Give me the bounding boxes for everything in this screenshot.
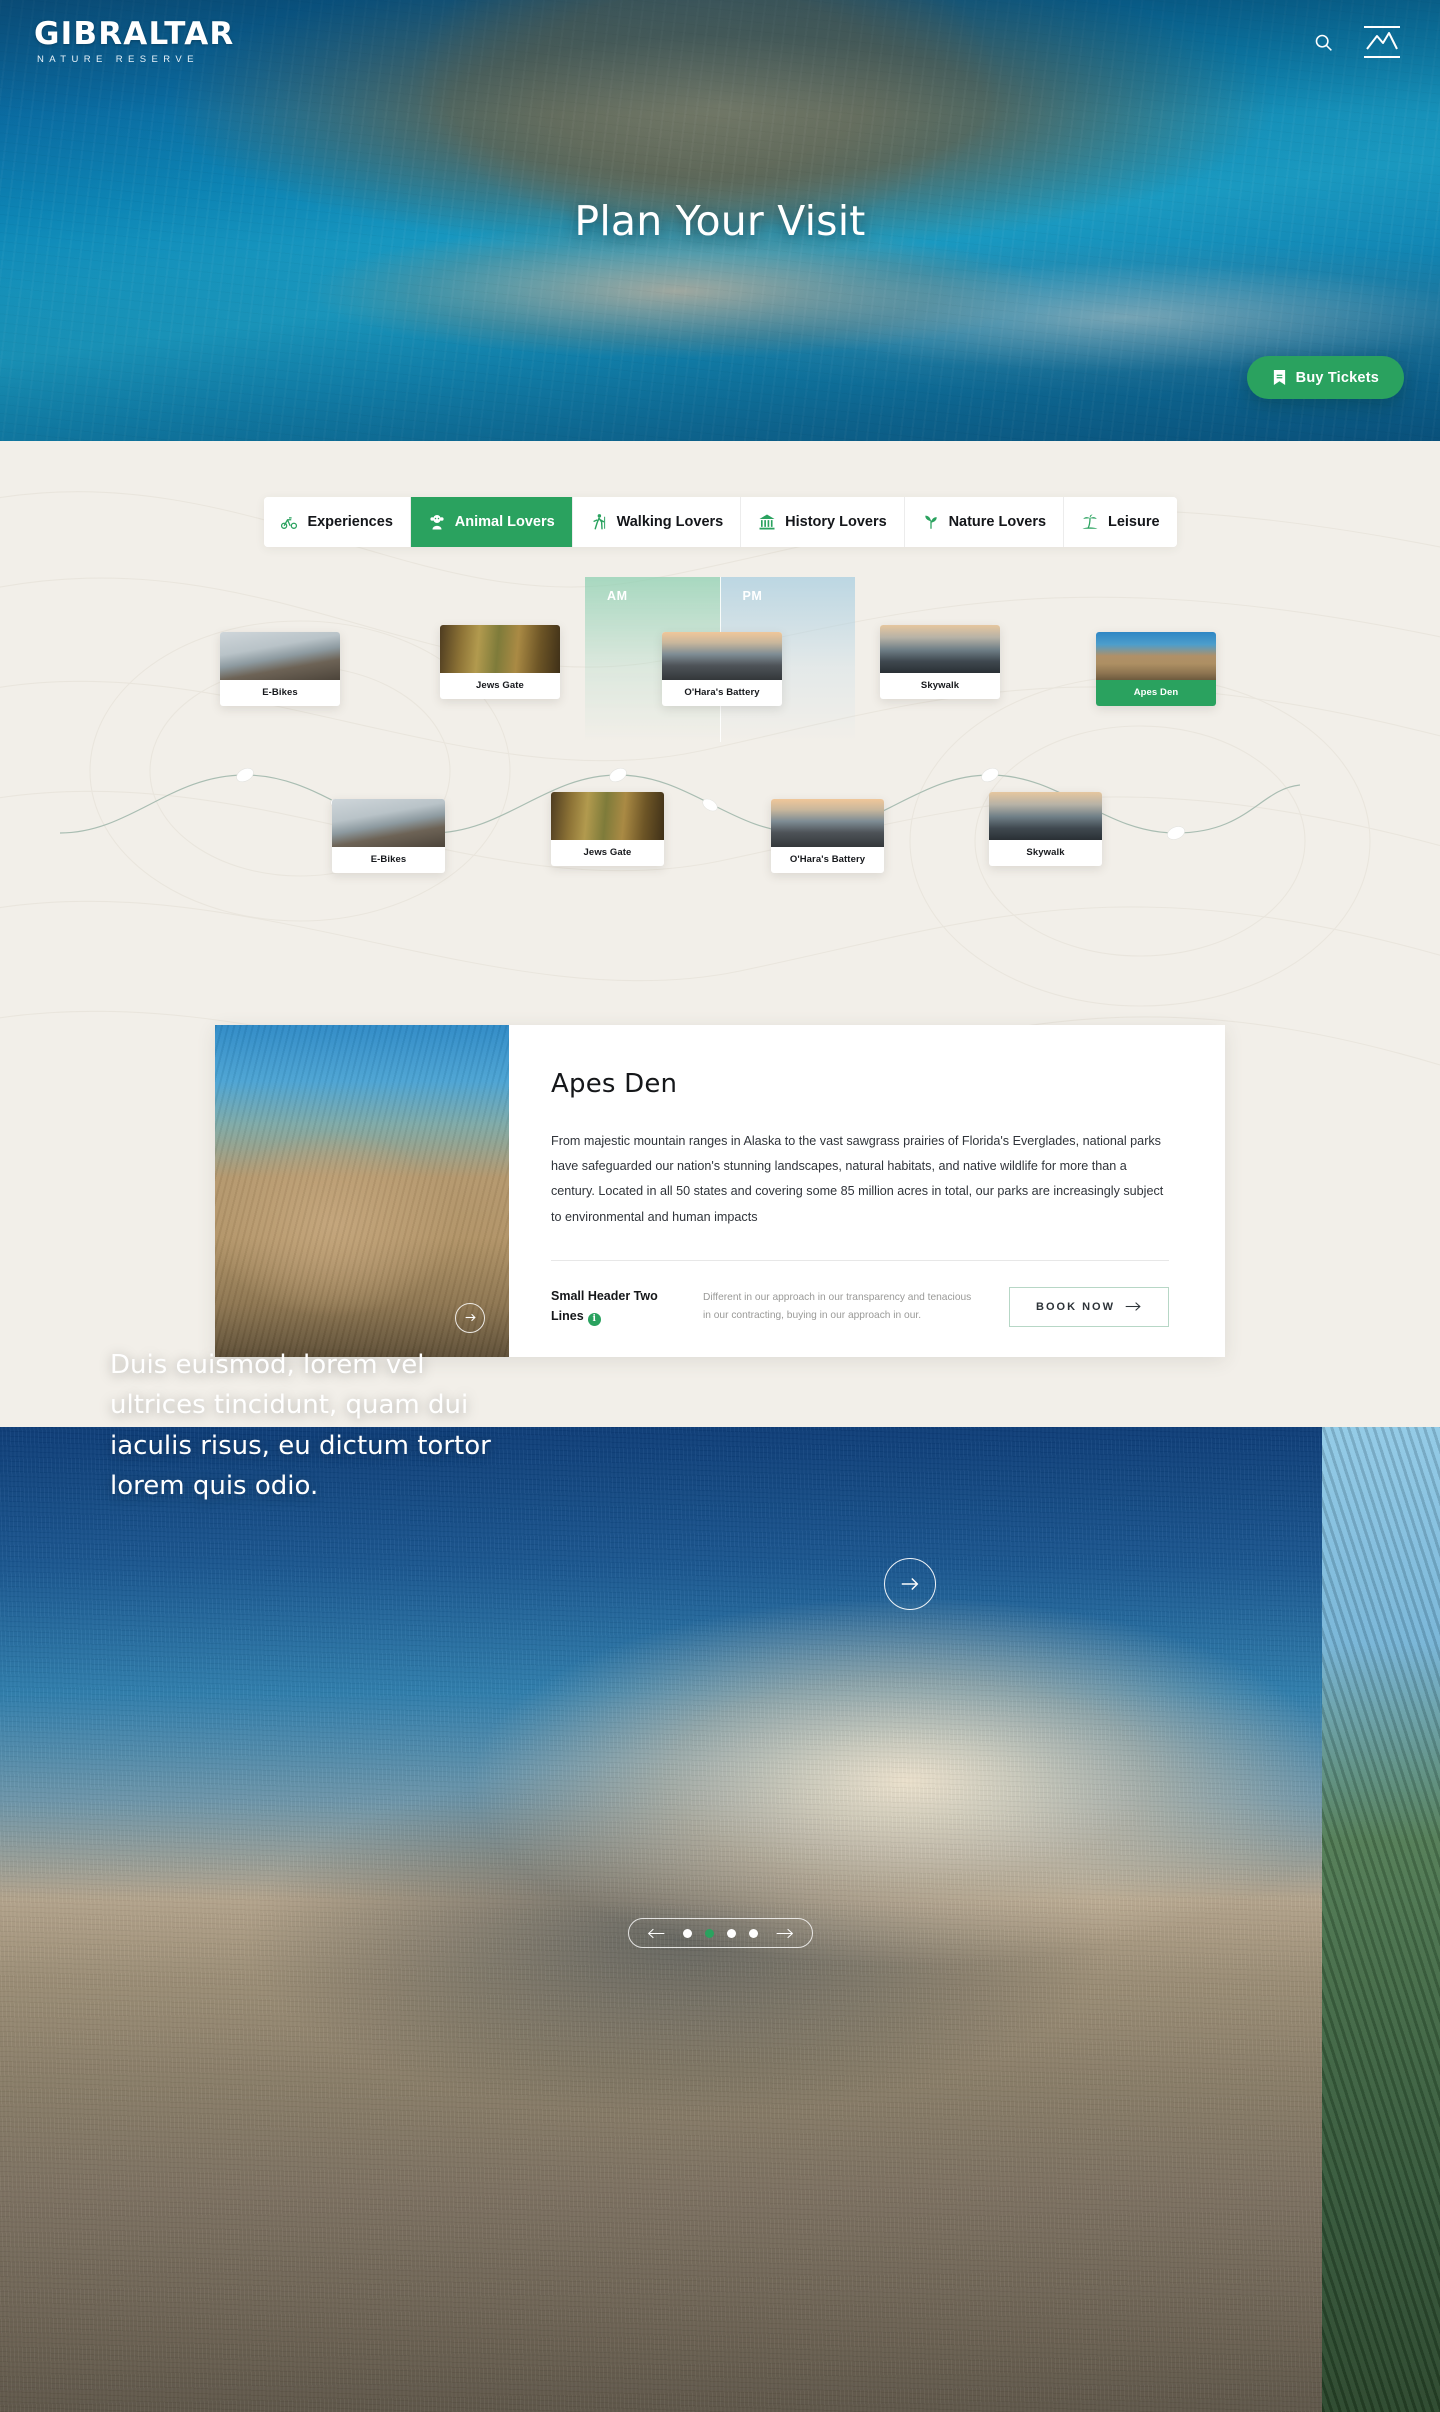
arrow-right-icon: [1125, 1302, 1141, 1312]
tab-history-lovers[interactable]: History Lovers: [741, 497, 905, 547]
timeline-card-skywalk-pm[interactable]: Skywalk: [989, 792, 1102, 866]
timeline-card-skywalk-am[interactable]: Skywalk: [880, 625, 1000, 699]
timeline-card-oharas-battery-am[interactable]: O'Hara's Battery: [662, 632, 782, 706]
carousel-prev-button[interactable]: [643, 1928, 670, 1939]
detail-small-header: Small Header Two Lines i: [551, 1287, 669, 1327]
tab-label: Animal Lovers: [454, 514, 555, 530]
buy-tickets-button[interactable]: Buy Tickets: [1246, 356, 1404, 399]
arrow-right-icon: [465, 1314, 476, 1322]
ticket-icon: [1273, 370, 1285, 385]
detail-description: From majestic mountain ranges in Alaska …: [551, 1134, 1164, 1224]
card-label: Jews Gate: [583, 847, 632, 858]
card-label: O'Hara's Battery: [789, 854, 866, 865]
timeline-path: [60, 767, 1300, 840]
card-thumbnail: [220, 632, 340, 680]
detail-image: [215, 1025, 509, 1357]
page-root: GIBRALTAR NATURE RESERVE Plan Your Visit…: [0, 0, 1440, 2412]
leaf-icon: [924, 515, 937, 529]
tab-walking-lovers[interactable]: Walking Lovers: [572, 497, 742, 547]
arrow-right-icon: [901, 1577, 919, 1591]
tab-leisure[interactable]: Leisure: [1064, 497, 1177, 547]
category-tabs: Experiences Animal Lovers Walking Lovers…: [263, 497, 1177, 547]
planner-section: Experiences Animal Lovers Walking Lovers…: [0, 441, 1440, 1427]
card-thumbnail: [771, 799, 884, 847]
tab-label: Experiences: [307, 514, 393, 530]
museum-icon: [759, 514, 775, 530]
tab-label: Leisure: [1107, 514, 1160, 530]
timeline-card-oharas-battery-pm[interactable]: O'Hara's Battery: [771, 799, 884, 873]
card-thumbnail: [662, 632, 782, 680]
bicycle-icon: [281, 517, 298, 529]
hero-section: GIBRALTAR NATURE RESERVE Plan Your Visit…: [0, 0, 1440, 441]
carousel-pagination: [628, 1918, 813, 1948]
info-icon[interactable]: i: [587, 1313, 601, 1327]
carousel-dot-4[interactable]: [749, 1928, 758, 1938]
card-label: O'Hara's Battery: [684, 687, 760, 698]
card-thumbnail: [989, 792, 1102, 840]
card-label: Skywalk: [920, 680, 960, 691]
banner-next-button[interactable]: [884, 1558, 936, 1610]
card-label: Jews Gate: [476, 680, 524, 691]
card-thumbnail: [551, 792, 664, 840]
card-thumbnail: [440, 625, 560, 673]
carousel-next-button[interactable]: [771, 1928, 798, 1939]
card-label: E-Bikes: [262, 687, 298, 698]
card-thumbnail: [1096, 632, 1216, 680]
brand-name: GIBRALTAR: [34, 16, 235, 53]
arrow-right-icon: [776, 1928, 794, 1938]
carousel-dot-3[interactable]: [727, 1928, 736, 1938]
book-now-label: BOOK NOW: [1036, 1300, 1115, 1313]
detail-footer-text: Different in our approach in our transpa…: [703, 1291, 972, 1321]
tab-label: Nature Lovers: [948, 514, 1047, 530]
page-title: Plan Your Visit: [574, 197, 866, 245]
card-thumbnail: [332, 799, 445, 847]
tab-nature-lovers[interactable]: Nature Lovers: [904, 497, 1065, 547]
detail-image-next-button[interactable]: [455, 1302, 485, 1333]
timeline-card-ebikes-am[interactable]: E-Bikes: [220, 632, 340, 706]
card-thumbnail: [880, 625, 1000, 673]
search-icon[interactable]: [1313, 32, 1334, 53]
banner-side-image: [1322, 1426, 1440, 2412]
detail-title: Apes Den: [551, 1069, 678, 1099]
site-header: GIBRALTAR NATURE RESERVE: [0, 0, 1440, 84]
card-label: Skywalk: [1026, 847, 1065, 858]
buy-tickets-label: Buy Tickets: [1295, 369, 1379, 386]
palm-tree-icon: [1082, 514, 1098, 529]
detail-small-header-text: Small Header Two Lines: [551, 1289, 658, 1323]
detail-panel: Apes Den From majestic mountain ranges i…: [215, 1025, 1225, 1357]
timeline-card-apes-den-am[interactable]: Apes Den: [1096, 632, 1216, 706]
detail-content: Apes Den From majestic mountain ranges i…: [509, 1025, 1225, 1357]
card-label: Apes Den: [1096, 680, 1216, 706]
tab-label: History Lovers: [785, 514, 887, 530]
header-actions: [1313, 22, 1404, 62]
arrow-left-icon: [647, 1928, 665, 1938]
card-label: E-Bikes: [370, 854, 407, 865]
brand-tagline: NATURE RESERVE: [37, 54, 199, 66]
detail-footer: Small Header Two Lines i Different in our…: [551, 1259, 1169, 1327]
carousel-dot-2[interactable]: [705, 1928, 714, 1938]
timeline-card-jews-gate-pm[interactable]: Jews Gate: [551, 792, 664, 866]
brand-logo[interactable]: GIBRALTAR NATURE RESERVE: [34, 19, 235, 65]
banner-headline: Duis euismod, lorem vel ultrices tincidu…: [110, 1350, 491, 1501]
timeline-card-jews-gate-am[interactable]: Jews Gate: [440, 625, 560, 699]
monkey-icon: [430, 514, 444, 530]
itinerary-timeline: AM PM E-Bikes Jews Gate O'Hara's Battery…: [0, 577, 1440, 1007]
tab-animal-lovers[interactable]: Animal Lovers: [410, 497, 573, 547]
timeline-card-ebikes-pm[interactable]: E-Bikes: [332, 799, 445, 873]
hiker-icon: [593, 514, 605, 530]
tab-experiences[interactable]: Experiences: [263, 497, 411, 547]
carousel-dot-1[interactable]: [683, 1928, 692, 1938]
book-now-button[interactable]: BOOK NOW: [1009, 1286, 1169, 1327]
tab-label: Walking Lovers: [616, 514, 724, 530]
mountain-menu-icon[interactable]: [1360, 22, 1404, 62]
